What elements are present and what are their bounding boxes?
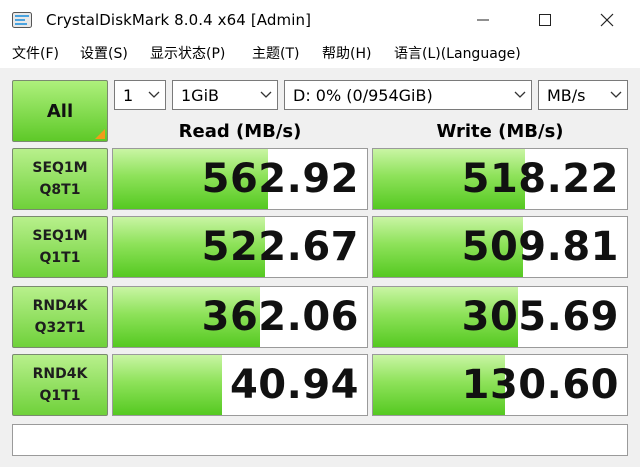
read-result-value: 40.94 xyxy=(229,362,359,408)
menu-language[interactable]: 语言(L)(Language) xyxy=(394,45,521,63)
chevron-down-icon xyxy=(610,91,622,98)
read-result-bar xyxy=(113,355,223,415)
test-button-rnd4k-q1t1[interactable]: RND4K Q1T1 xyxy=(12,354,108,416)
test-queue: Q1T1 xyxy=(39,250,81,266)
menu-bar: 文件(F) 设置(S) 显示状态(P) 主题(T) 帮助(H) 语言(L)(La… xyxy=(0,40,640,68)
write-result-value: 130.60 xyxy=(461,362,619,408)
menu-theme[interactable]: 主题(T) xyxy=(252,45,299,63)
unit-value: MB/s xyxy=(547,86,586,105)
comment-input[interactable] xyxy=(12,424,628,456)
test-name: SEQ1M xyxy=(32,228,88,244)
maximize-icon xyxy=(539,14,551,26)
read-column-header: Read (MB/s) xyxy=(178,121,302,142)
menu-help[interactable]: 帮助(H) xyxy=(322,45,371,63)
test-size-value: 1GiB xyxy=(181,86,219,105)
write-result-rnd4k-q32t1: 305.69 xyxy=(372,286,628,348)
read-result-rnd4k-q1t1: 40.94 xyxy=(112,354,368,416)
menu-file[interactable]: 文件(F) xyxy=(12,45,59,63)
write-result-value: 509.81 xyxy=(461,224,619,270)
write-result-rnd4k-q1t1: 130.60 xyxy=(372,354,628,416)
menu-display-status[interactable]: 显示状态(P) xyxy=(150,45,225,63)
write-column-header: Write (MB/s) xyxy=(436,121,564,142)
read-result-value: 522.67 xyxy=(201,224,359,270)
test-queue: Q32T1 xyxy=(34,320,86,336)
write-result-value: 305.69 xyxy=(461,294,619,340)
crystaldiskmark-app-icon xyxy=(12,12,32,28)
maximize-button[interactable] xyxy=(522,0,568,40)
test-size-select[interactable]: 1GiB xyxy=(172,80,278,110)
read-result-value: 362.06 xyxy=(201,294,359,340)
orange-corner-mark xyxy=(95,129,105,139)
test-button-rnd4k-q32t1[interactable]: RND4K Q32T1 xyxy=(12,286,108,348)
test-count-value: 1 xyxy=(123,86,134,105)
write-result-value: 518.22 xyxy=(461,156,619,202)
read-result-rnd4k-q32t1: 362.06 xyxy=(112,286,368,348)
window-title: CrystalDiskMark 8.0.4 x64 [Admin] xyxy=(46,11,312,29)
all-button-label: All xyxy=(46,100,74,122)
minimize-icon xyxy=(477,19,489,21)
test-button-seq1m-q1t1[interactable]: SEQ1M Q1T1 xyxy=(12,216,108,278)
write-result-seq1m-q1t1: 509.81 xyxy=(372,216,628,278)
test-count-select[interactable]: 1 xyxy=(114,80,166,110)
drive-value: D: 0% (0/954GiB) xyxy=(293,86,433,105)
close-icon xyxy=(600,13,614,27)
minimize-button[interactable] xyxy=(460,0,506,40)
test-name: RND4K xyxy=(32,366,88,382)
menu-settings[interactable]: 设置(S) xyxy=(80,45,128,63)
test-name: RND4K xyxy=(32,298,88,314)
test-queue: Q8T1 xyxy=(39,182,81,198)
drive-select[interactable]: D: 0% (0/954GiB) xyxy=(284,80,532,110)
test-button-seq1m-q8t1[interactable]: SEQ1M Q8T1 xyxy=(12,148,108,210)
title-bar: CrystalDiskMark 8.0.4 x64 [Admin] xyxy=(0,0,640,40)
read-result-seq1m-q8t1: 562.92 xyxy=(112,148,368,210)
close-button[interactable] xyxy=(584,0,630,40)
chevron-down-icon xyxy=(514,91,526,98)
unit-select[interactable]: MB/s xyxy=(538,80,628,110)
all-button[interactable]: All xyxy=(12,80,108,142)
chevron-down-icon xyxy=(148,91,160,98)
read-result-value: 562.92 xyxy=(201,156,359,202)
test-name: SEQ1M xyxy=(32,160,88,176)
read-result-seq1m-q1t1: 522.67 xyxy=(112,216,368,278)
test-queue: Q1T1 xyxy=(39,388,81,404)
write-result-seq1m-q8t1: 518.22 xyxy=(372,148,628,210)
chevron-down-icon xyxy=(260,91,272,98)
